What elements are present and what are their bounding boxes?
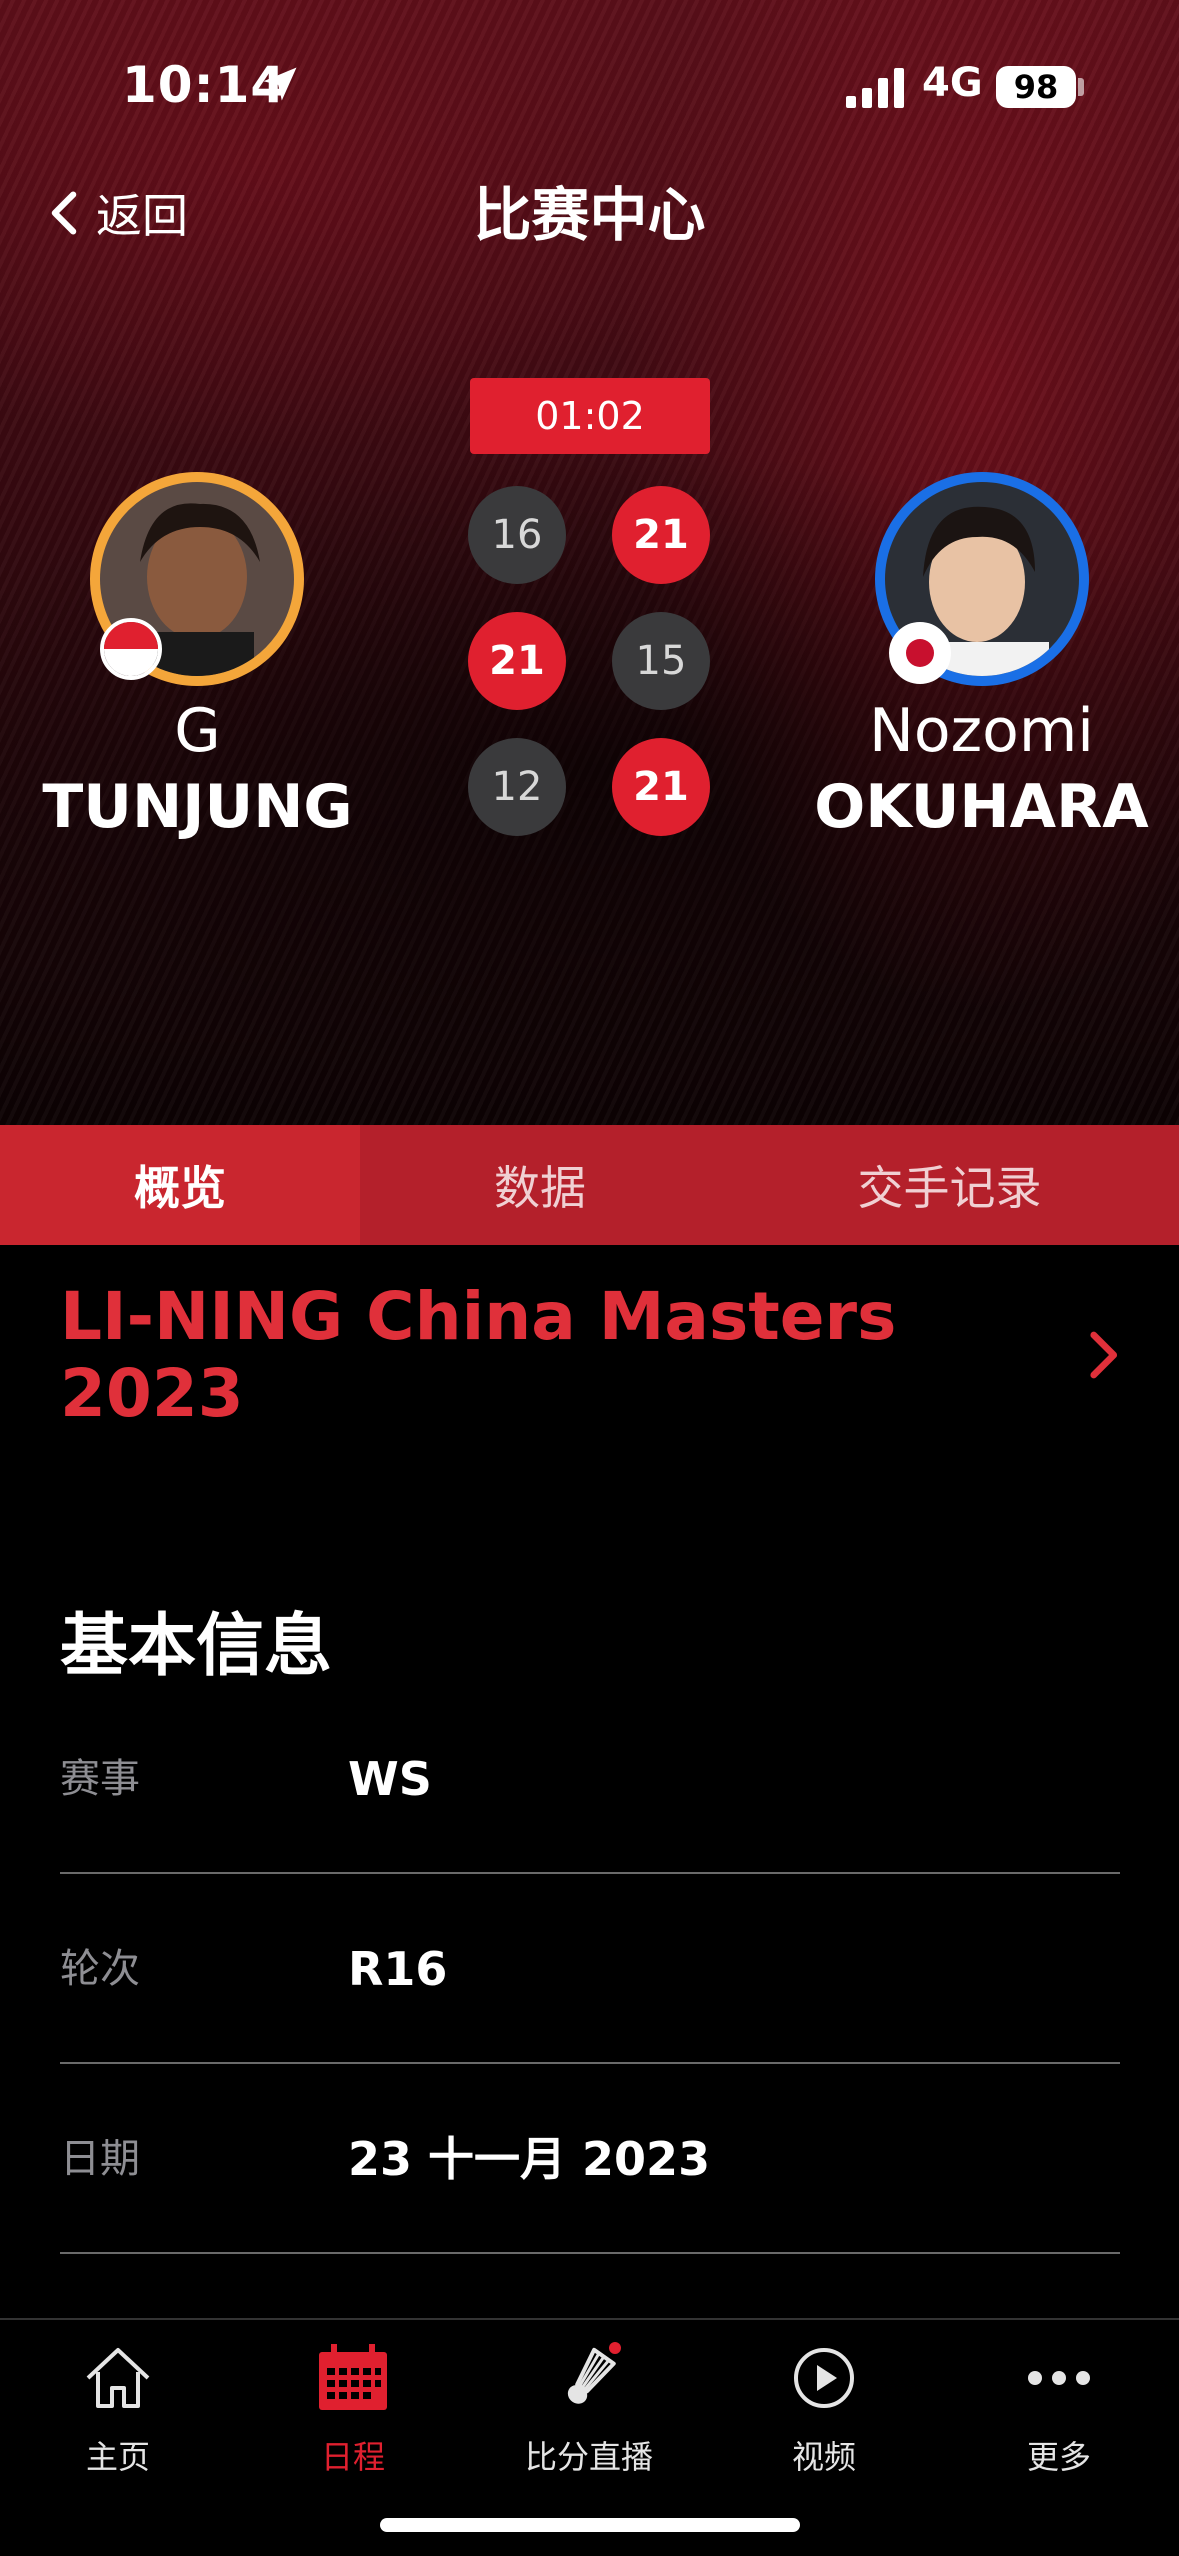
player-left-name: G TUNJUNG [0, 696, 395, 842]
game-1-score-left: 16 [468, 486, 566, 584]
player-right-last-name: OKUHARA [814, 772, 1149, 842]
nav-video[interactable]: 视频 [724, 2338, 924, 2478]
info-label-date: 日期 [60, 2136, 140, 2182]
network-type: 4G [922, 60, 983, 106]
tab-stats[interactable]: 数据 [360, 1125, 720, 1245]
battery-tip [1078, 78, 1084, 96]
player-right-avatar[interactable] [875, 472, 1089, 686]
nav-schedule[interactable]: 日程 [253, 2338, 453, 2478]
player-left-avatar[interactable] [90, 472, 304, 686]
battery-level: 98 [996, 66, 1076, 108]
nav-home[interactable]: 主页 [18, 2338, 218, 2478]
chevron-right-icon [1089, 1331, 1117, 1379]
player-left-first-name: G [174, 696, 221, 766]
info-row-event: 赛事 WS [60, 1684, 1120, 1874]
nav-more-label: 更多 [1026, 2438, 1091, 2476]
japan-flag-icon [889, 622, 951, 684]
tab-overview[interactable]: 概览 [0, 1125, 360, 1245]
info-value-event: WS [348, 1752, 432, 1806]
home-icon [86, 2348, 150, 2408]
player-right-name: Nozomi OKUHARA [784, 696, 1179, 842]
play-icon [794, 2348, 854, 2408]
match-hero: 10:14 4G 98 返回 比赛中心 01:02 16 21 21 15 12… [0, 0, 1179, 1125]
player-right-first-name: Nozomi [869, 696, 1094, 766]
indonesia-flag-icon [100, 618, 162, 680]
game-3-score-left: 12 [468, 738, 566, 836]
match-timer: 01:02 [470, 378, 710, 454]
game-2-score-right: 15 [612, 612, 710, 710]
player-left-last-name: TUNJUNG [42, 772, 353, 842]
info-row-round: 轮次 R16 [60, 1874, 1120, 2064]
nav-live-scores[interactable]: 比分直播 [489, 2338, 689, 2478]
tournament-name: LI-NING China Masters 2023 [60, 1278, 897, 1432]
calendar-icon [319, 2344, 387, 2410]
nav-live-scores-label: 比分直播 [524, 2438, 653, 2476]
nav-more[interactable]: 更多 [959, 2338, 1159, 2478]
info-value-round: R16 [348, 1942, 448, 1996]
cellular-signal-icon [846, 68, 904, 108]
game-1-score-right: 21 [612, 486, 710, 584]
nav-schedule-label: 日程 [320, 2438, 385, 2476]
info-label-event: 赛事 [60, 1756, 140, 1802]
info-row-date: 日期 23 十一月 2023 [60, 2064, 1120, 2254]
game-2-score-left: 21 [468, 612, 566, 710]
info-label-round: 轮次 [60, 1946, 140, 1992]
nav-video-label: 视频 [791, 2438, 856, 2476]
basic-info-title: 基本信息 [60, 1607, 333, 1686]
game-3-score-right: 21 [612, 738, 710, 836]
nav-home-label: 主页 [85, 2438, 150, 2476]
info-value-date: 23 十一月 2023 [348, 2132, 711, 2186]
page-title: 比赛中心 [473, 181, 706, 249]
home-indicator[interactable] [380, 2518, 800, 2532]
shuttlecock-icon [567, 2342, 621, 2404]
tournament-link[interactable]: LI-NING China Masters 2023 [60, 1278, 1120, 1432]
status-bar: 10:14 4G 98 [0, 0, 1179, 150]
match-tabs: 概览 数据 交手记录 [0, 1125, 1179, 1245]
location-arrow-icon [263, 67, 297, 101]
more-icon [1028, 2371, 1090, 2385]
tab-head-to-head[interactable]: 交手记录 [720, 1125, 1179, 1245]
